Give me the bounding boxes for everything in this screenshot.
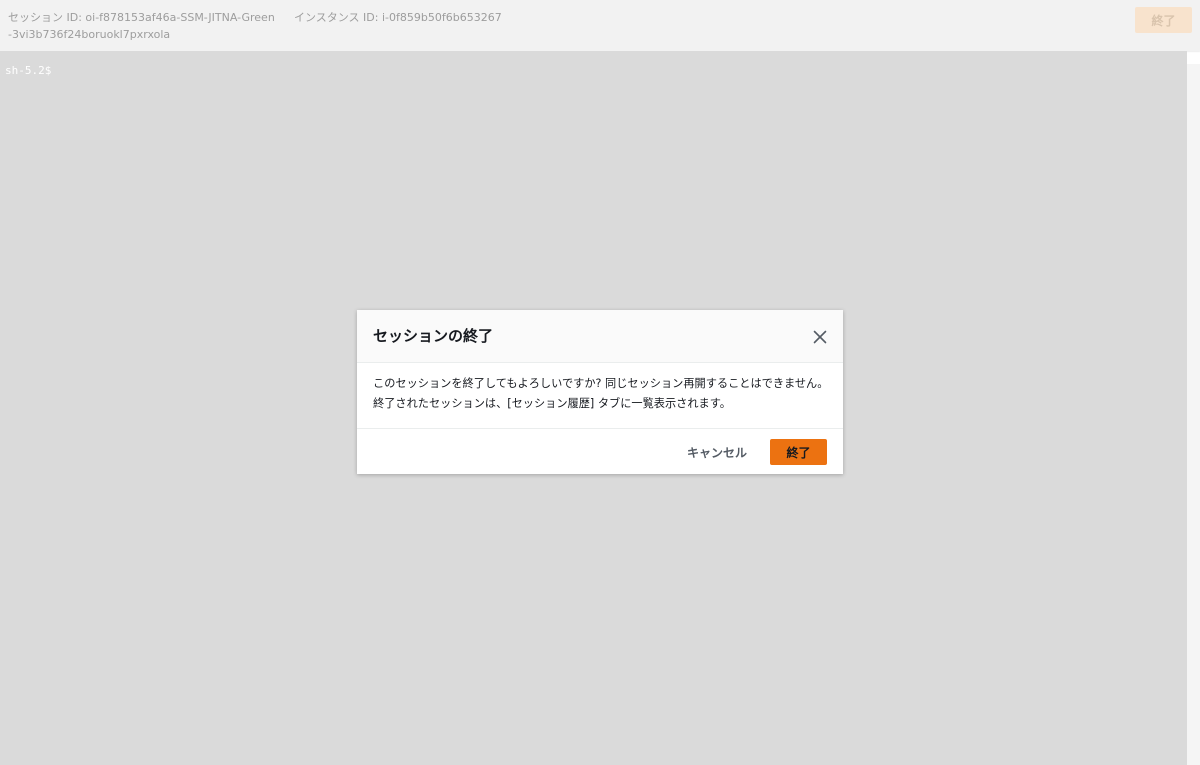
dialog-header: セッションの終了 — [357, 310, 843, 363]
header-terminate-button[interactable]: 終了 — [1135, 7, 1192, 33]
instance-id-text: インスタンス ID: i-0f859b50f6b653267 — [294, 11, 502, 24]
session-id-text: セッション ID: oi-f878153af46a-SSM-JITNA-Gree… — [8, 11, 275, 41]
terminate-session-dialog: セッションの終了 このセッションを終了してもよろしいですか? 同じセッション再開… — [357, 310, 843, 474]
dialog-title: セッションの終了 — [373, 327, 494, 345]
cancel-button[interactable]: キャンセル — [679, 439, 755, 465]
session-header: セッション ID: oi-f878153af46a-SSM-JITNA-Gree… — [0, 0, 1200, 51]
dialog-footer: キャンセル 終了 — [357, 428, 843, 475]
terminal-scrollbar[interactable] — [1187, 64, 1200, 765]
close-icon[interactable] — [810, 327, 830, 347]
terminal-prompt: sh-5.2$ — [5, 64, 52, 77]
terminate-button[interactable]: 終了 — [770, 439, 827, 465]
dialog-message: このセッションを終了してもよろしいですか? 同じセッション再開することはできませ… — [373, 377, 829, 410]
